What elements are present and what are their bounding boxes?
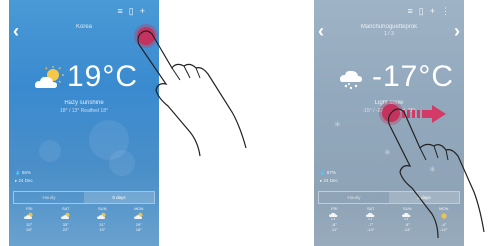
forecast-low: 22° <box>62 227 69 232</box>
humidity-value: 87% <box>326 170 336 175</box>
toolbar: ≡▯+ <box>118 6 151 17</box>
forecast-low: -14° <box>367 227 375 232</box>
humidity-value: 56% <box>21 170 31 175</box>
sun-cloud-icon <box>35 66 64 88</box>
plus-icon[interactable]: + <box>430 6 441 16</box>
toolbar: ≡▯+⋮ <box>408 6 456 17</box>
update-date-value: 24 Dec <box>323 178 338 183</box>
snow-cloud-icon <box>329 211 339 222</box>
sun-cloud-icon <box>133 211 144 222</box>
city-name: Manchuhoguetteprok <box>360 24 418 30</box>
bokeh-decoration <box>39 140 61 162</box>
forecast-tabs: Hourly 5 days <box>13 191 155 204</box>
hand-pointer-icon <box>137 30 247 157</box>
forecast-day: MON 29° 18° <box>133 206 144 232</box>
snowflake-icon: ✳ <box>334 120 341 129</box>
forecast-day: FRI -8° -11° <box>329 206 339 232</box>
forecast-list: FRI 32° 26° SAT 33° 22° SUN 31° 19° MON 29° 18° <box>11 206 157 232</box>
temperature: -17°C <box>372 60 455 93</box>
page-indicator: 1 / 3 <box>384 31 394 37</box>
trash-icon[interactable]: ▯ <box>129 6 140 16</box>
forecast-low: -11° <box>330 227 338 232</box>
plus-icon[interactable]: + <box>140 6 151 16</box>
humidity: 💧 87% <box>320 170 336 175</box>
forecast-day: SAT 33° 22° <box>60 206 71 232</box>
sun-cloud-icon <box>97 211 107 222</box>
more-icon[interactable]: ⋮ <box>441 6 456 16</box>
humidity: 💧 56% <box>15 170 31 175</box>
forecast-day: FRI 32° 26° <box>24 206 34 232</box>
tab-5-days[interactable]: 5 days <box>84 192 154 203</box>
update-date-value: 24 Dec <box>18 178 33 183</box>
sun-cloud-icon <box>24 211 34 222</box>
forecast-low: 18° <box>135 227 142 232</box>
menu-icon[interactable]: ≡ <box>118 6 129 16</box>
update-date: ▸ 24 Dec <box>320 178 338 183</box>
snow-cloud-icon <box>365 211 376 222</box>
forecast-day: SUN 31° 19° <box>97 206 107 232</box>
tab-hourly[interactable]: Hourly <box>14 192 84 203</box>
forecast-low: 26° <box>26 227 33 232</box>
snow-cloud-icon <box>340 70 362 90</box>
trash-icon[interactable]: ▯ <box>419 6 430 16</box>
menu-icon[interactable]: ≡ <box>408 6 419 16</box>
update-date: ▸ 24 Dec <box>15 178 33 183</box>
sun-cloud-icon <box>60 211 71 222</box>
hand-pointer-icon <box>387 108 485 239</box>
forecast-day: SAT -7° -14° <box>365 206 376 232</box>
forecast-low: 19° <box>99 227 106 232</box>
